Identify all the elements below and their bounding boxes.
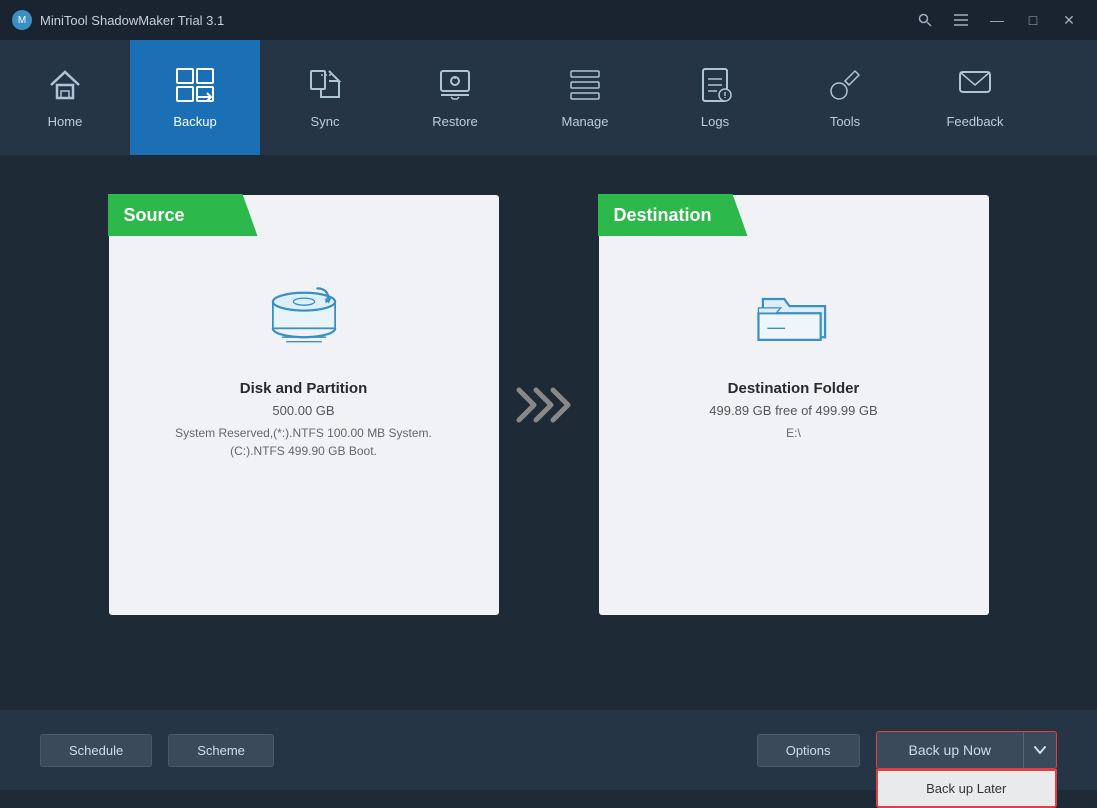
manage-icon [567,67,603,108]
destination-card[interactable]: Destination Destination Fol [599,195,989,615]
source-title: Disk and Partition [175,380,432,397]
feedback-icon [957,67,993,108]
nav-sync-label: Sync [311,114,340,129]
nav-sync[interactable]: Sync [260,40,390,155]
logs-icon [697,67,733,108]
nav-manage-label: Manage [562,114,609,129]
search-icon[interactable] [909,6,941,34]
destination-title: Destination Folder [709,380,877,397]
restore-icon [437,67,473,108]
backup-icon [175,67,215,108]
nav-backup-label: Backup [173,114,216,129]
source-icon-area [264,275,344,360]
backup-dropdown-menu: Back up Later [876,769,1057,808]
scheme-button[interactable]: Scheme [168,734,274,767]
bottom-left: Schedule Scheme [40,734,274,767]
minimize-button[interactable]: — [981,6,1013,34]
bottom-bar: Schedule Scheme Options Back up Now Back… [0,710,1097,790]
destination-free: 499.89 GB free of 499.99 GB [709,403,877,418]
nav-restore-label: Restore [432,114,478,129]
source-size: 500.00 GB [175,403,432,418]
titlebar-controls: — □ ✕ [909,6,1085,34]
maximize-button[interactable]: □ [1017,6,1049,34]
nav-feedback-label: Feedback [946,114,1003,129]
titlebar-left: M MiniTool ShadowMaker Trial 3.1 [12,10,224,30]
backup-dropdown-button[interactable] [1023,731,1057,769]
folder-icon [754,275,834,360]
nav-logs[interactable]: Logs [650,40,780,155]
bottom-right: Options Back up Now Back up Later [757,731,1057,769]
sync-icon [307,67,343,108]
nav-restore[interactable]: Restore [390,40,520,155]
home-icon [47,67,83,108]
backup-now-group: Back up Now [876,731,1057,769]
source-info: Disk and Partition 500.00 GB System Rese… [155,380,452,460]
nav-logs-label: Logs [701,114,729,129]
arrow-area [499,385,599,425]
destination-header: Destination [598,194,748,236]
backup-group: Back up Now Back up Later [876,731,1057,769]
nav-home-label: Home [48,114,83,129]
options-button[interactable]: Options [757,734,860,767]
backup-later-item[interactable]: Back up Later [878,771,1055,806]
nav-home[interactable]: Home [0,40,130,155]
titlebar: M MiniTool ShadowMaker Trial 3.1 — □ ✕ [0,0,1097,40]
destination-path: E:\ [709,424,877,442]
nav-backup[interactable]: Backup [130,40,260,155]
destination-info: Destination Folder 499.89 GB free of 499… [689,380,897,442]
nav-feedback[interactable]: Feedback [910,40,1040,155]
close-button[interactable]: ✕ [1053,6,1085,34]
disk-icon [264,275,344,360]
backup-row: Source [50,195,1047,615]
nav-tools[interactable]: Tools [780,40,910,155]
main-content: Source [0,155,1097,645]
menu-icon[interactable] [945,6,977,34]
backup-now-button[interactable]: Back up Now [876,731,1023,769]
app-icon: M [12,10,32,30]
destination-icon-area [754,275,834,360]
nav-tools-label: Tools [830,114,860,129]
nav-manage[interactable]: Manage [520,40,650,155]
app-title: MiniTool ShadowMaker Trial 3.1 [40,13,224,28]
source-card[interactable]: Source [109,195,499,615]
chevrons [514,385,584,425]
source-details: System Reserved,(*:).NTFS 100.00 MB Syst… [175,424,432,460]
source-header: Source [108,194,258,236]
tools-icon [827,67,863,108]
schedule-button[interactable]: Schedule [40,734,152,767]
navbar: Home Backup Sync [0,40,1097,155]
